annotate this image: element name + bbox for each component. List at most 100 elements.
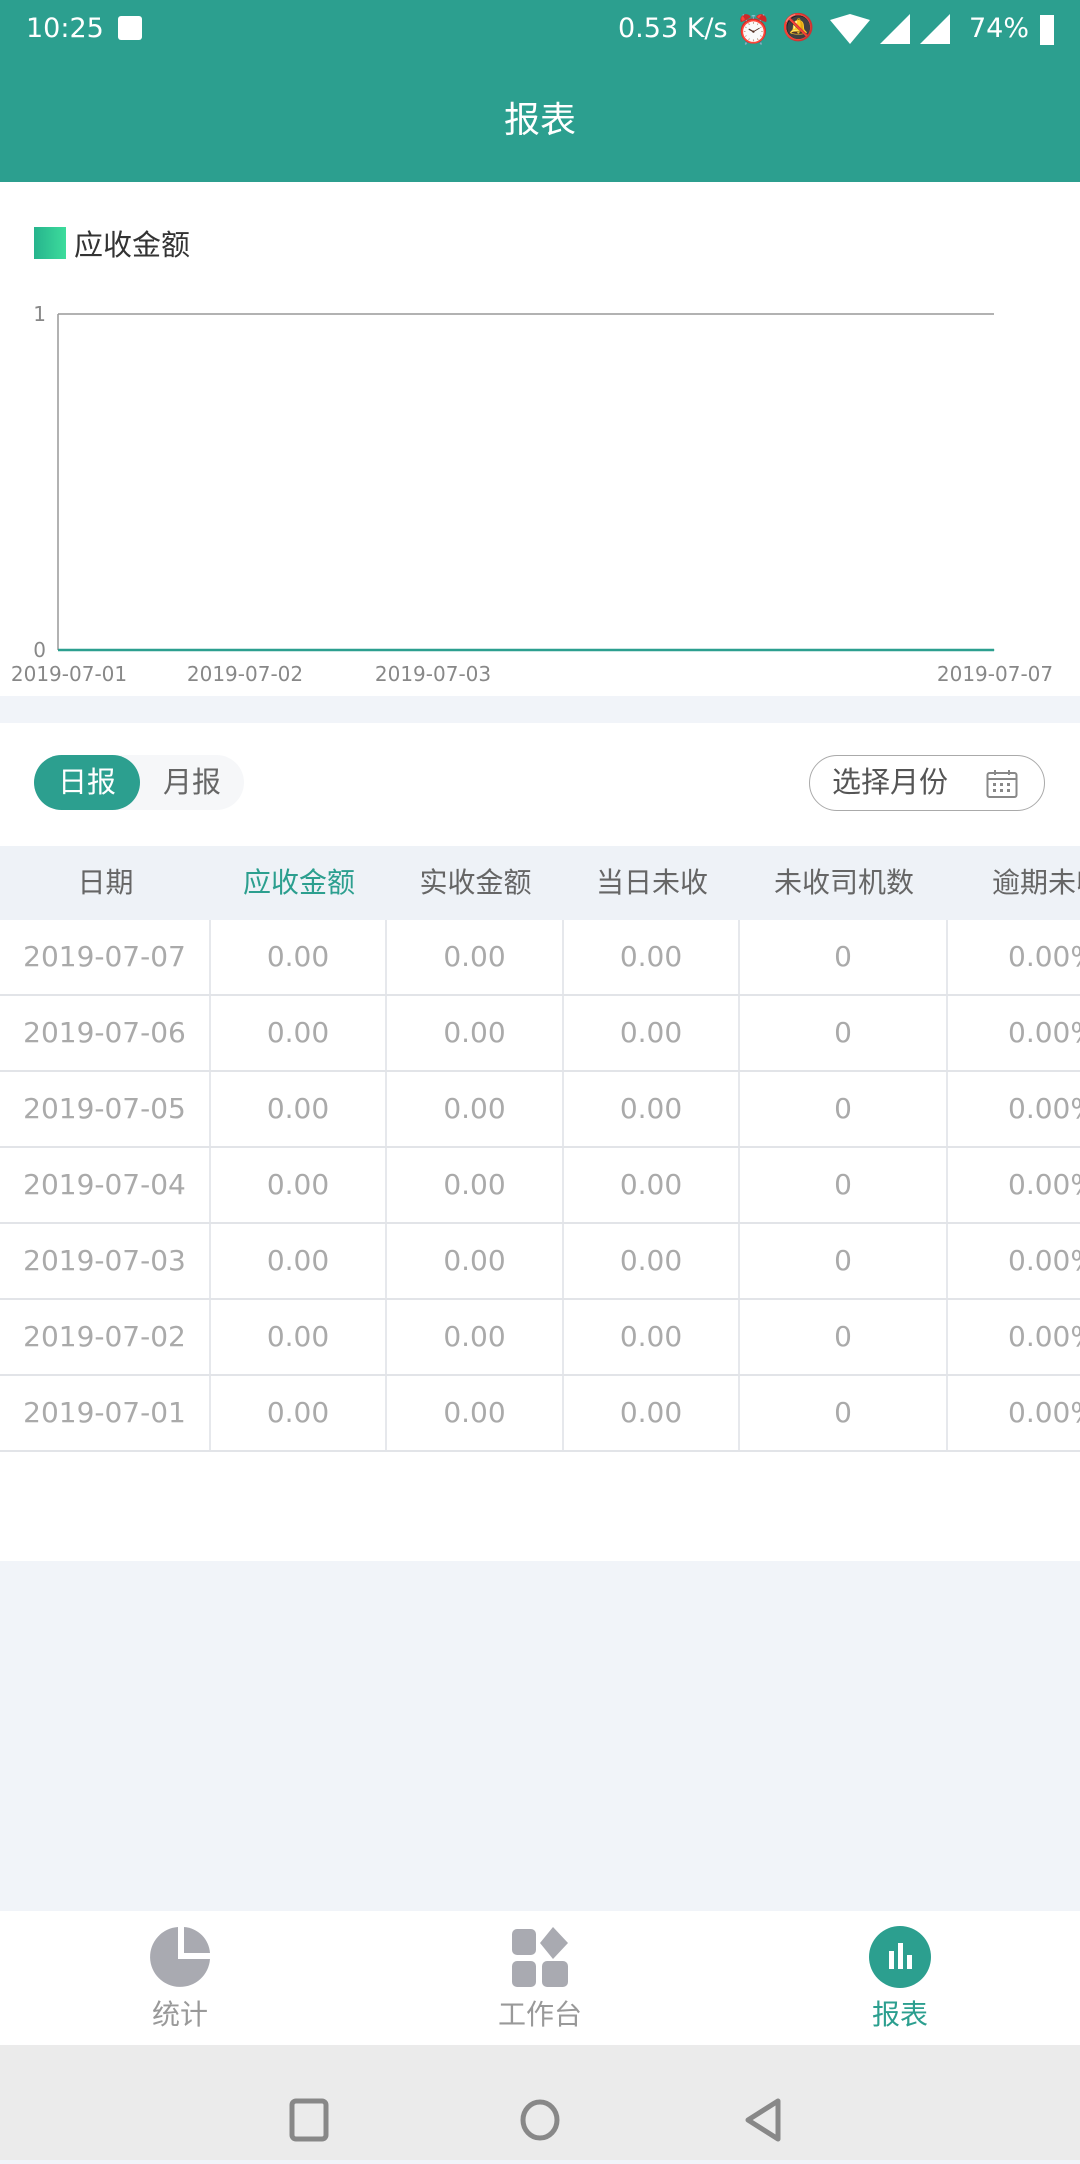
col-receivable[interactable]: 应收金额: [211, 846, 387, 920]
col-overdue[interactable]: 逾期未收: [948, 846, 1080, 920]
cell-daily-unpaid: 0.00: [564, 920, 740, 994]
cell-receivable: 0.00: [211, 1376, 387, 1450]
cell-date: 2019-07-04: [0, 1148, 211, 1222]
battery-level: 74%: [969, 13, 1030, 44]
nav-label: 工作台: [497, 1998, 582, 2031]
cell-unpaid-drivers: 0: [740, 996, 948, 1070]
table-row[interactable]: 2019-07-010.000.000.0000.00%: [0, 1376, 1080, 1452]
cell-unpaid-drivers: 0: [740, 1072, 948, 1146]
system-nav-buttons: [289, 2098, 781, 2142]
mute-icon: 🔕: [782, 13, 815, 43]
col-date[interactable]: 日期: [0, 846, 211, 920]
x-tick-label: 2019-07-02: [187, 662, 303, 686]
cell-date: 2019-07-06: [0, 996, 211, 1070]
cell-unpaid-drivers: 0: [740, 920, 948, 994]
cell-received: 0.00: [387, 1148, 564, 1222]
col-daily-unpaid[interactable]: 当日未收: [564, 846, 740, 920]
cell-unpaid-drivers: 0: [740, 1300, 948, 1374]
pie-chart-icon: [150, 1927, 210, 1987]
select-month-button[interactable]: 选择月份: [809, 755, 1045, 811]
cell-overdue: 0.00%: [1008, 940, 1080, 973]
page-title: 报表: [0, 60, 1080, 182]
cell-received: 0.00: [387, 1300, 564, 1374]
data-point: [993, 649, 995, 651]
cell-unpaid-drivers: 0: [740, 1224, 948, 1298]
cell-date: 2019-07-03: [0, 1224, 211, 1298]
data-point: [432, 649, 434, 651]
cell-date: 2019-07-07: [0, 920, 211, 994]
grid-icon: [512, 1927, 568, 1987]
nav-tab-stats[interactable]: 统计: [100, 1925, 260, 2033]
home-button[interactable]: [520, 2099, 560, 2141]
cell-received: 0.00: [387, 996, 564, 1070]
alarm-icon: ⏰: [736, 13, 771, 46]
cell-overdue: 0.00%: [1008, 1092, 1080, 1125]
cell-receivable: 0.00: [211, 1300, 387, 1374]
x-tick-label: 2019-07-03: [375, 662, 491, 686]
table-row[interactable]: 2019-07-040.000.000.0000.00%: [0, 1148, 1080, 1224]
cell-overdue: 0.00%: [1008, 1320, 1080, 1353]
cell-date: 2019-07-05: [0, 1072, 211, 1146]
wifi-icon: [830, 14, 870, 44]
calendar-icon: [986, 770, 1018, 798]
cell-receivable: 0.00: [211, 1224, 387, 1298]
cell-overdue: 0.00%: [1008, 1244, 1080, 1277]
y-tick-label: 1: [33, 302, 46, 326]
data-point: [68, 649, 70, 651]
nav-label: 统计: [151, 1998, 208, 2031]
cell-received: 0.00: [387, 1072, 564, 1146]
x-tick-label: 2019-07-01: [11, 662, 127, 686]
signal-icon-2: [920, 14, 950, 44]
report-controls: 日报 月报 选择月份: [0, 723, 1080, 846]
x-tick-label: 2019-07-07: [937, 662, 1053, 686]
bar-chart-icon: [869, 1926, 931, 1988]
col-received[interactable]: 实收金额: [387, 846, 564, 920]
table-row[interactable]: 2019-07-050.000.000.0000.00%: [0, 1072, 1080, 1148]
cell-daily-unpaid: 0.00: [564, 996, 740, 1070]
cell-receivable: 0.00: [211, 1148, 387, 1222]
cell-receivable: 0.00: [211, 996, 387, 1070]
table-header: 日期 应收金额 实收金额 当日未收 未收司机数 逾期未收: [0, 846, 1080, 920]
cell-overdue: 0.00%: [1008, 1168, 1080, 1201]
cell-overdue: 0.00%: [1008, 1016, 1080, 1049]
monthly-tab[interactable]: 月报: [140, 755, 244, 810]
system-nav-bar: [0, 2045, 1080, 2160]
nav-label: 报表: [871, 1998, 928, 2031]
status-time: 10:25: [26, 13, 104, 44]
cell-daily-unpaid: 0.00: [564, 1224, 740, 1298]
recents-button[interactable]: [289, 2098, 329, 2142]
back-button[interactable]: [745, 2098, 781, 2142]
cell-daily-unpaid: 0.00: [564, 1072, 740, 1146]
battery-icon: [1040, 15, 1054, 45]
cell-daily-unpaid: 0.00: [564, 1300, 740, 1374]
cell-unpaid-drivers: 0: [740, 1376, 948, 1450]
bottom-nav: 统计 工作台 报表: [0, 1911, 1080, 2045]
nav-tab-reports[interactable]: 报表: [820, 1925, 980, 2033]
cell-date: 2019-07-01: [0, 1376, 211, 1450]
table-row[interactable]: 2019-07-020.000.000.0000.00%: [0, 1300, 1080, 1376]
daily-tab[interactable]: 日报: [34, 755, 140, 810]
line-chart: 0 1 2019-07-01 2019-07-02 2019-07-03 2019-07-…: [11, 302, 1053, 686]
report-table: 日期 应收金额 实收金额 当日未收 未收司机数 逾期未收 2019-07-070…: [0, 846, 1080, 1561]
select-month-label: 选择月份: [832, 765, 949, 799]
cell-daily-unpaid: 0.00: [564, 1148, 740, 1222]
report-type-toggle: 日报 月报: [34, 755, 244, 810]
status-bar: 10:25 0.53 K/s ⏰ 🔕 74%: [0, 0, 1080, 60]
network-speed: 0.53 K/s: [618, 13, 728, 44]
cell-date: 2019-07-02: [0, 1300, 211, 1374]
cell-unpaid-drivers: 0: [740, 1148, 948, 1222]
cell-receivable: 0.00: [211, 920, 387, 994]
cell-received: 0.00: [387, 1376, 564, 1450]
nav-tab-workbench[interactable]: 工作台: [460, 1925, 620, 2033]
cell-received: 0.00: [387, 920, 564, 994]
table-row[interactable]: 2019-07-030.000.000.0000.00%: [0, 1224, 1080, 1300]
cell-overdue: 0.00%: [1008, 1396, 1080, 1429]
cell-received: 0.00: [387, 1224, 564, 1298]
image-notification-icon: [118, 16, 142, 40]
cell-receivable: 0.00: [211, 1072, 387, 1146]
table-row[interactable]: 2019-07-070.000.000.0000.00%: [0, 920, 1080, 996]
table-row[interactable]: 2019-07-060.000.000.0000.00%: [0, 996, 1080, 1072]
cell-daily-unpaid: 0.00: [564, 1376, 740, 1450]
data-point: [244, 649, 246, 651]
col-unpaid-drivers[interactable]: 未收司机数: [740, 846, 948, 920]
